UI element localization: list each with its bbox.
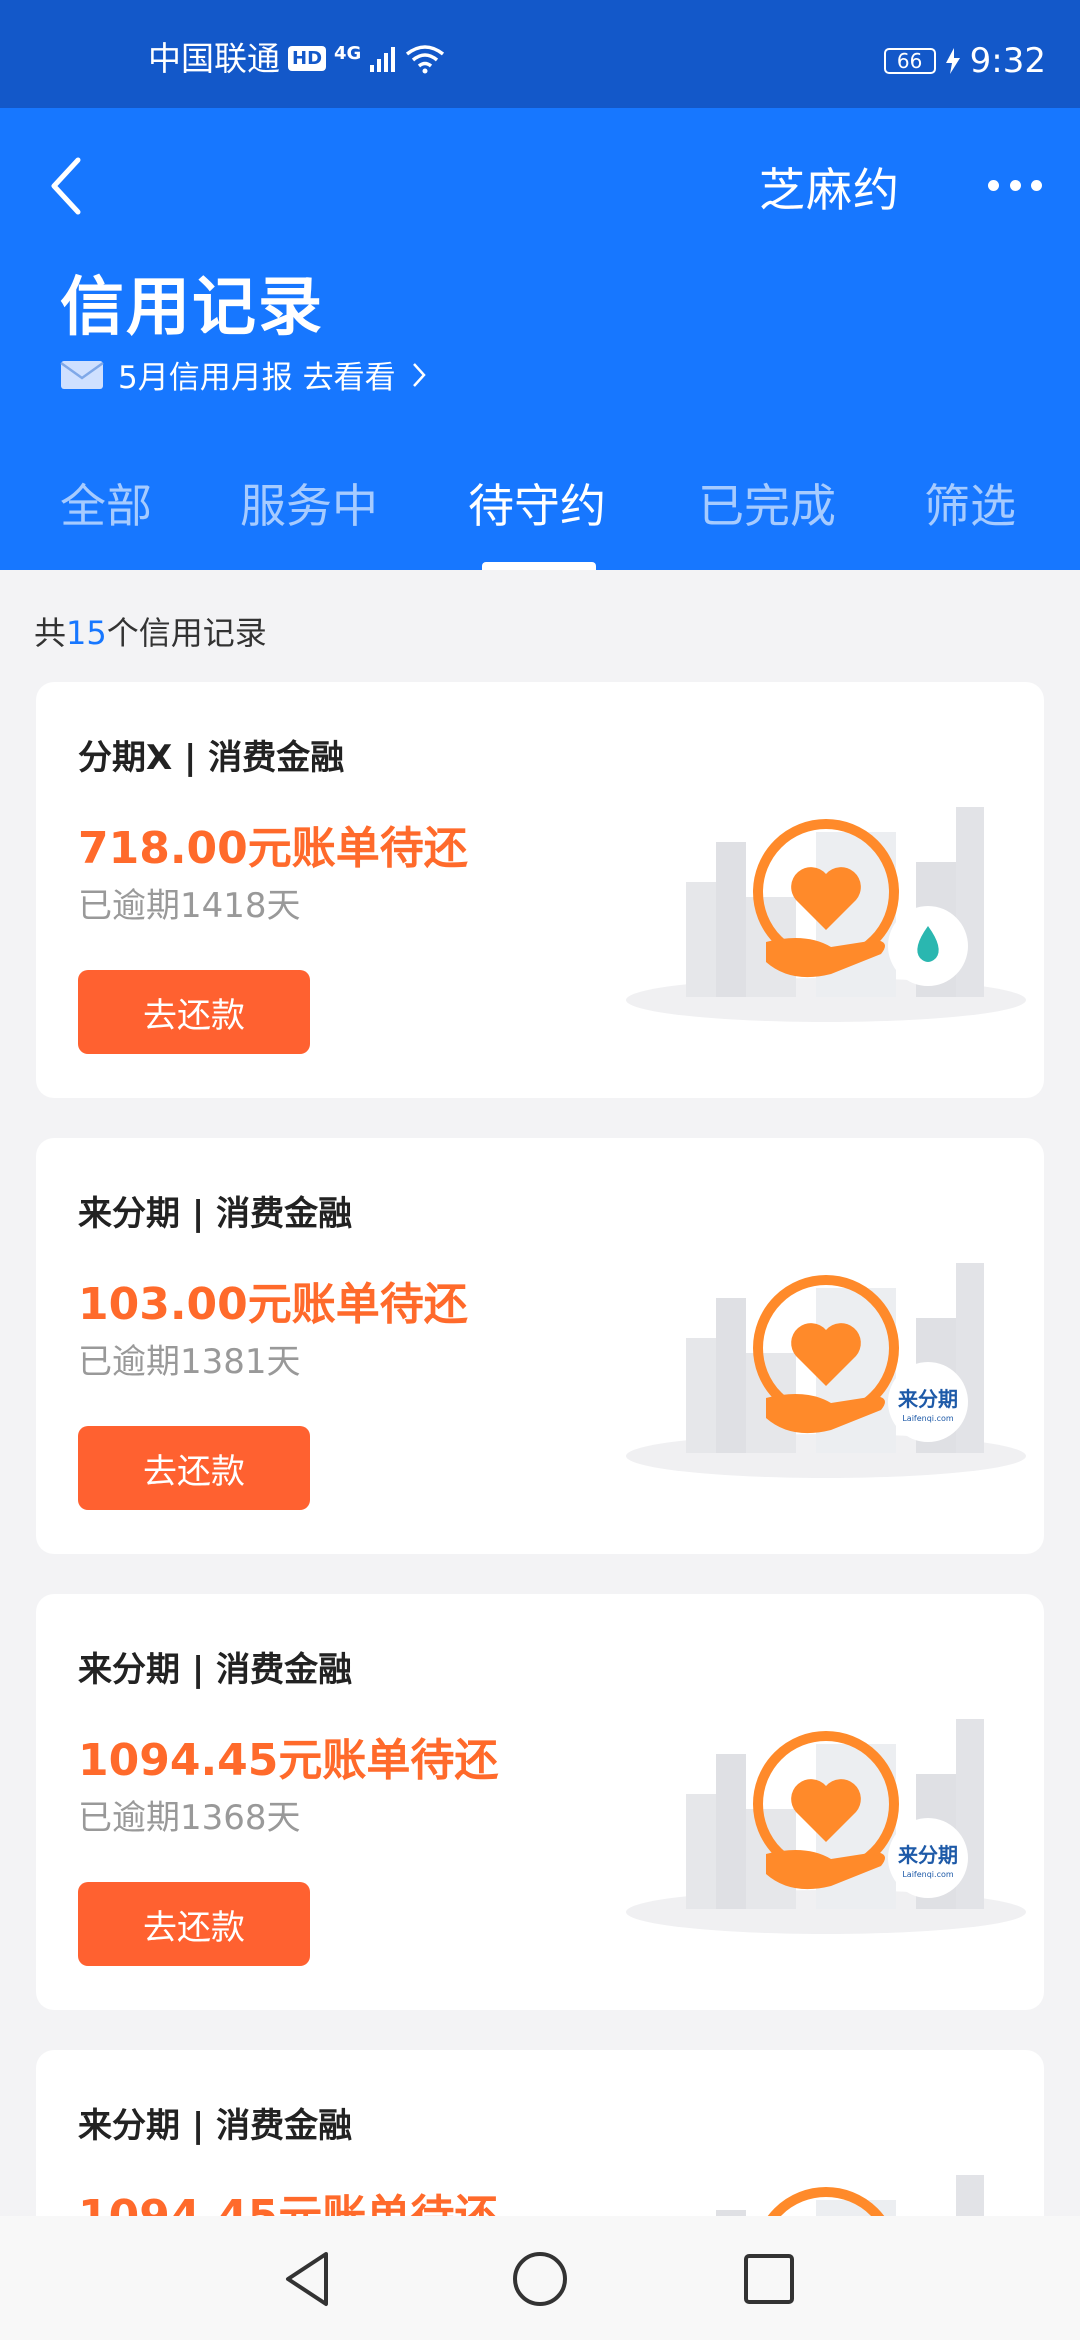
header: 芝麻约 信用记录 5月信用月报 去看看 全部 服务中 待守约 已完成 筛选 [0, 108, 1080, 570]
svg-text:Laifenqi.com: Laifenqi.com [902, 1870, 954, 1879]
card-title: 来分期 | 消费金融 [78, 1650, 353, 1690]
card-title: 分期X | 消费金融 [78, 738, 345, 778]
carrier-name: 中国联通 [148, 39, 280, 78]
battery-level: 66 [896, 49, 923, 73]
system-navigation-bar [0, 2216, 1080, 2340]
overdue-days: 已逾期1368天 [78, 1798, 301, 1838]
battery-icon: 66 [883, 48, 936, 74]
nav-recents-button[interactable] [734, 2244, 804, 2314]
laifenqi-logo-text: 来分期 [897, 1387, 958, 1411]
tab-completed[interactable]: 已完成 [698, 470, 836, 536]
count-number: 15 [66, 614, 107, 652]
back-button[interactable] [38, 150, 94, 222]
repay-button[interactable]: 去还款 [78, 1882, 310, 1966]
overdue-days: 已逾期1418天 [78, 886, 301, 926]
svg-text:Laifenqi.com: Laifenqi.com [902, 1414, 954, 1423]
monthly-report-label: 5月信用月报 去看看 [118, 360, 396, 396]
tab-bar: 全部 服务中 待守约 已完成 筛选 [0, 460, 1080, 570]
overdue-days: 已逾期1381天 [78, 1342, 301, 1382]
status-bar: 中国联通 HD 4G 66 9:32 [0, 0, 1080, 108]
envelope-icon [60, 360, 104, 389]
bill-amount: 103.00元账单待还 [78, 1279, 468, 1330]
dot-icon [1031, 179, 1042, 191]
monthly-report-link[interactable]: 5月信用月报 去看看 [60, 352, 428, 397]
page-title: 信用记录 [60, 271, 324, 345]
nav-home-button[interactable] [505, 2244, 575, 2314]
status-left: 中国联通 HD 4G [148, 42, 445, 75]
status-right: 66 9:32 [883, 41, 1046, 81]
credit-record-card[interactable]: 来分期 | 消费金融 1094.45元账单待还 已逾期1368天 去还款 来分期… [36, 1594, 1044, 2010]
dot-icon [988, 179, 999, 191]
wifi-icon [406, 44, 445, 73]
bill-amount: 718.00元账单待还 [78, 823, 468, 874]
signal-icon [370, 46, 396, 72]
record-count: 共15个信用记录 [34, 608, 267, 654]
heart-hand-illustration: 来分期 Laifenqi.com [616, 1258, 1036, 1498]
network-type: 4G [334, 43, 362, 64]
tab-filter[interactable]: 筛选 [924, 470, 1016, 536]
active-tab-indicator [482, 562, 596, 570]
bill-amount: 1094.45元账单待还 [78, 1735, 499, 1786]
laifenqi-logo-text: 来分期 [897, 1843, 958, 1867]
dot-icon [1009, 179, 1021, 191]
hd-badge: HD [288, 46, 327, 71]
heart-hand-illustration [616, 802, 1036, 1042]
card-title: 来分期 | 消费金融 [78, 1194, 353, 1234]
repay-button[interactable]: 去还款 [78, 970, 310, 1054]
tab-in-service[interactable]: 服务中 [240, 470, 378, 536]
count-prefix: 共 [34, 614, 67, 652]
more-options-button[interactable] [988, 172, 1042, 198]
nav-back-button[interactable] [274, 2244, 344, 2314]
repay-button[interactable]: 去还款 [78, 1426, 310, 1510]
zhima-appointment-link[interactable]: 芝麻约 [759, 154, 900, 220]
card-title: 来分期 | 消费金融 [78, 2106, 353, 2146]
heart-hand-illustration: 来分期 Laifenqi.com [616, 1714, 1036, 1954]
charging-icon [945, 48, 960, 74]
chevron-right-icon [412, 362, 426, 387]
credit-record-card[interactable]: 来分期 | 消费金融 103.00元账单待还 已逾期1381天 去还款 来分期 … [36, 1138, 1044, 1554]
tab-pending[interactable]: 待守约 [468, 470, 606, 536]
tab-all[interactable]: 全部 [60, 470, 152, 536]
credit-record-card[interactable]: 分期X | 消费金融 718.00元账单待还 已逾期1418天 去还款 [36, 682, 1044, 1098]
clock: 9:32 [969, 41, 1046, 81]
count-suffix: 个信用记录 [106, 614, 267, 652]
